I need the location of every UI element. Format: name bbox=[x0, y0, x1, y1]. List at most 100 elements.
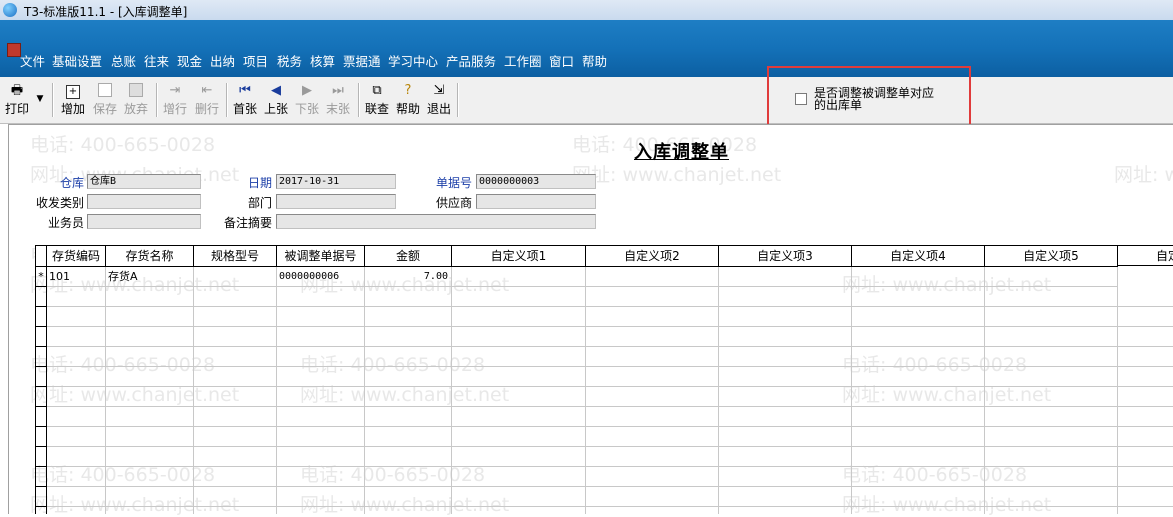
row-indicator[interactable] bbox=[36, 427, 47, 447]
menu-project[interactable]: 项目 bbox=[243, 51, 268, 70]
table-cell[interactable] bbox=[106, 327, 194, 347]
table-cell[interactable] bbox=[452, 387, 586, 407]
table-cell[interactable] bbox=[719, 267, 852, 287]
table-cell[interactable] bbox=[852, 347, 985, 367]
table-cell[interactable] bbox=[365, 367, 452, 387]
table-cell[interactable] bbox=[452, 327, 586, 347]
table-cell[interactable]: 7.00 bbox=[365, 267, 452, 287]
table-cell[interactable] bbox=[277, 427, 365, 447]
table-cell[interactable] bbox=[277, 387, 365, 407]
table-cell[interactable] bbox=[586, 427, 719, 447]
table-cell[interactable] bbox=[47, 327, 106, 347]
table-cell[interactable] bbox=[365, 467, 452, 487]
receive-type-field[interactable] bbox=[87, 194, 201, 209]
table-cell[interactable]: 存货A bbox=[106, 267, 194, 287]
table-cell[interactable] bbox=[985, 467, 1118, 487]
app-menu-icon[interactable] bbox=[7, 43, 21, 57]
exit-button[interactable]: ⇲ 退出 bbox=[424, 81, 454, 119]
row-indicator[interactable] bbox=[36, 367, 47, 387]
table-cell[interactable] bbox=[985, 267, 1118, 287]
row-indicator[interactable] bbox=[36, 287, 47, 307]
table-cell[interactable] bbox=[719, 367, 852, 387]
table-cell[interactable] bbox=[277, 407, 365, 427]
table-cell[interactable] bbox=[452, 407, 586, 427]
table-cell[interactable] bbox=[194, 487, 277, 507]
table-cell[interactable] bbox=[194, 427, 277, 447]
insert-row-button[interactable]: ⇥ 增行 bbox=[160, 81, 190, 119]
table-cell[interactable] bbox=[47, 367, 106, 387]
table-cell[interactable] bbox=[852, 287, 985, 307]
table-cell[interactable] bbox=[985, 287, 1118, 307]
table-cell[interactable]: 0000000006 bbox=[277, 267, 365, 287]
table-cell[interactable] bbox=[47, 347, 106, 367]
row-indicator[interactable] bbox=[36, 467, 47, 487]
table-cell[interactable] bbox=[106, 287, 194, 307]
table-cell[interactable] bbox=[277, 367, 365, 387]
print-button[interactable]: 🖶 打印 bbox=[3, 81, 31, 119]
table-cell[interactable] bbox=[194, 287, 277, 307]
row-indicator[interactable] bbox=[36, 327, 47, 347]
table-cell[interactable] bbox=[1118, 427, 1173, 447]
table-cell[interactable] bbox=[194, 387, 277, 407]
table-cell[interactable] bbox=[719, 287, 852, 307]
table-cell[interactable] bbox=[852, 427, 985, 447]
menu-workcircle[interactable]: 工作圈 bbox=[504, 51, 542, 70]
table-cell[interactable] bbox=[277, 327, 365, 347]
table-cell[interactable] bbox=[586, 367, 719, 387]
row-indicator[interactable] bbox=[36, 387, 47, 407]
menu-general-ledger[interactable]: 总账 bbox=[111, 51, 136, 70]
column-header[interactable]: 自定义项5 bbox=[985, 246, 1118, 267]
table-cell[interactable] bbox=[365, 387, 452, 407]
table-cell[interactable] bbox=[985, 447, 1118, 467]
save-button[interactable]: 保存 bbox=[90, 81, 120, 119]
column-header[interactable]: 金额 bbox=[365, 246, 452, 267]
table-cell[interactable] bbox=[985, 427, 1118, 447]
table-cell[interactable] bbox=[586, 287, 719, 307]
menu-accounts[interactable]: 往来 bbox=[144, 51, 169, 70]
table-cell[interactable] bbox=[452, 287, 586, 307]
next-record-button[interactable]: ▶ 下张 bbox=[292, 81, 322, 119]
table-cell[interactable] bbox=[452, 427, 586, 447]
row-indicator[interactable]: * bbox=[36, 267, 47, 287]
department-field[interactable] bbox=[276, 194, 396, 209]
first-record-button[interactable]: ⏮ 首张 bbox=[230, 81, 260, 119]
clerk-field[interactable] bbox=[87, 214, 201, 229]
table-cell[interactable] bbox=[365, 427, 452, 447]
table-cell[interactable] bbox=[277, 307, 365, 327]
table-cell[interactable] bbox=[106, 367, 194, 387]
table-cell[interactable] bbox=[1118, 407, 1173, 427]
table-cell[interactable] bbox=[194, 407, 277, 427]
table-cell[interactable] bbox=[365, 287, 452, 307]
table-cell[interactable] bbox=[586, 487, 719, 507]
table-cell[interactable] bbox=[47, 287, 106, 307]
table-cell[interactable] bbox=[47, 387, 106, 407]
table-cell[interactable] bbox=[719, 387, 852, 407]
table-cell[interactable] bbox=[277, 487, 365, 507]
table-cell[interactable] bbox=[1118, 307, 1173, 327]
table-cell[interactable] bbox=[852, 447, 985, 467]
table-cell[interactable] bbox=[985, 347, 1118, 367]
table-cell[interactable] bbox=[452, 467, 586, 487]
table-cell[interactable] bbox=[1118, 347, 1173, 367]
table-cell[interactable] bbox=[47, 447, 106, 467]
last-record-button[interactable]: ⏭ 末张 bbox=[323, 81, 353, 119]
discard-button[interactable]: 放弃 bbox=[121, 81, 151, 119]
table-cell[interactable] bbox=[47, 307, 106, 327]
table-cell[interactable] bbox=[719, 467, 852, 487]
table-cell[interactable] bbox=[719, 347, 852, 367]
table-cell[interactable] bbox=[194, 447, 277, 467]
table-cell[interactable] bbox=[106, 347, 194, 367]
adjust-outbound-checkbox[interactable] bbox=[795, 93, 807, 105]
table-cell[interactable] bbox=[194, 267, 277, 287]
menu-basic-settings[interactable]: 基础设置 bbox=[52, 51, 102, 70]
table-cell[interactable] bbox=[852, 367, 985, 387]
warehouse-field[interactable]: 仓库B bbox=[87, 174, 201, 189]
table-cell[interactable] bbox=[586, 307, 719, 327]
table-cell[interactable] bbox=[277, 467, 365, 487]
row-indicator[interactable] bbox=[36, 347, 47, 367]
table-cell[interactable] bbox=[719, 427, 852, 447]
column-header[interactable]: 自定义项3 bbox=[719, 246, 852, 267]
table-cell[interactable] bbox=[106, 387, 194, 407]
column-header[interactable]: 自定义项4 bbox=[852, 246, 985, 267]
column-header[interactable]: 存货名称 bbox=[106, 246, 194, 267]
